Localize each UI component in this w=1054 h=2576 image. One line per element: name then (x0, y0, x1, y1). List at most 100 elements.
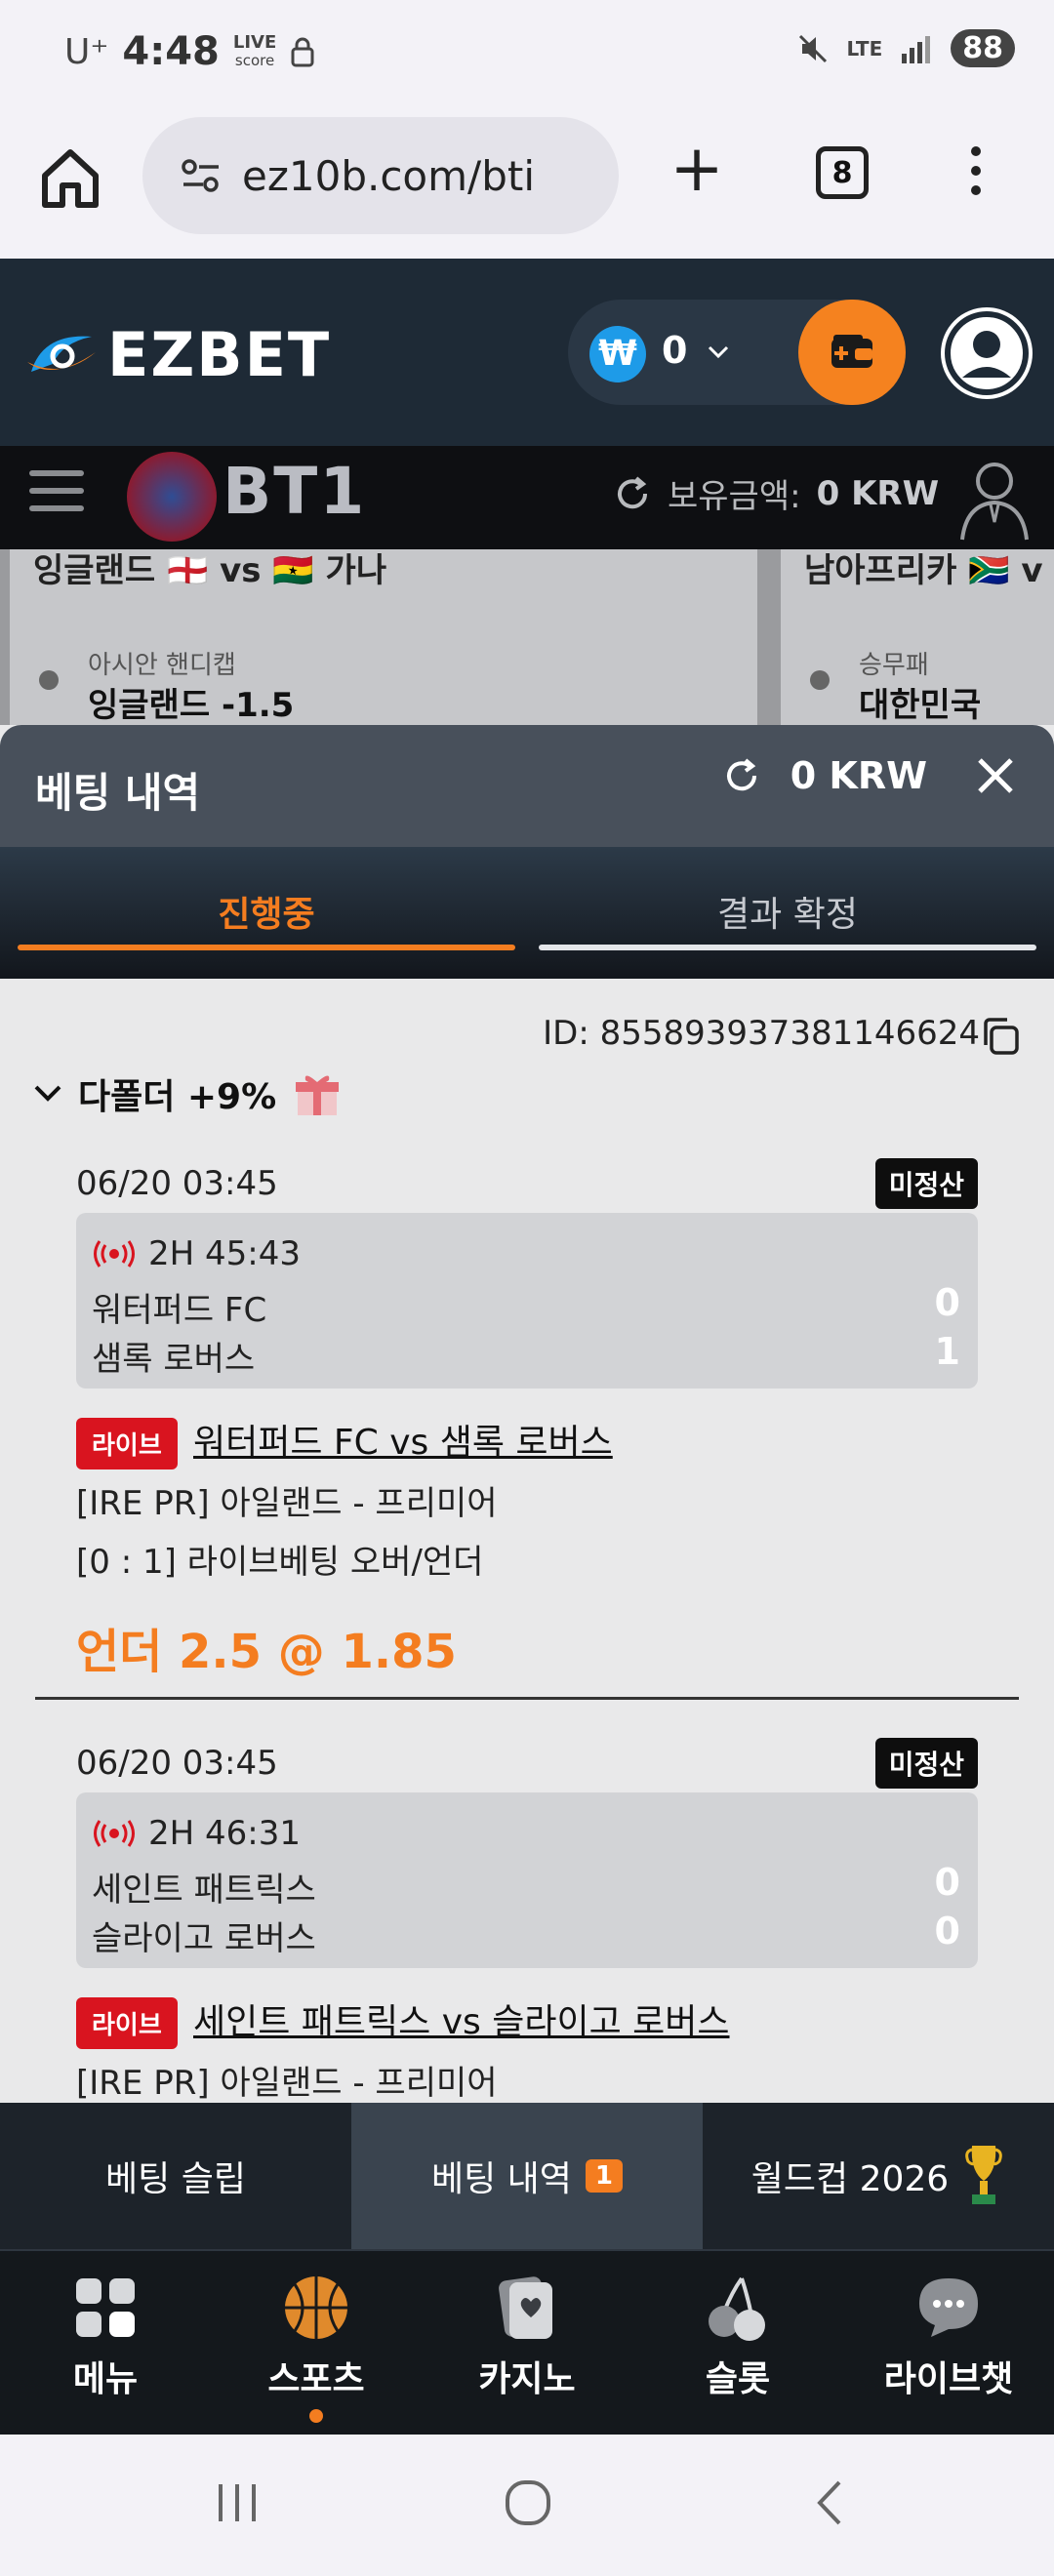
deposit-button[interactable] (798, 300, 906, 405)
user-icon (945, 311, 1029, 395)
chevron-down-icon (708, 345, 729, 359)
wallet-amount: 0 (662, 329, 688, 372)
nav-menu[interactable]: 메뉴 (0, 2251, 211, 2435)
refresh-icon[interactable] (722, 756, 761, 795)
home-team: 워터퍼드 FC (92, 1291, 267, 1330)
bet-leg: 06/20 03:45 미정산 2H 45:43 워터퍼드 FC 0 샘록 로버… (76, 1158, 978, 1691)
trophy-icon (965, 2146, 1003, 2204)
match-card[interactable]: 잉글랜드 🏴󠁧󠁢󠁥󠁮󠁧󠁿 vs 🇬🇭 가나 아시안 핸디캡 잉글랜드 -1.5 (10, 549, 757, 725)
balance-label: 보유금액: (668, 477, 801, 516)
status-badge: 미정산 (874, 1738, 978, 1789)
signal-icon (902, 35, 931, 63)
away-score: 0 (934, 1910, 960, 1952)
panel-balance: 0 KRW (790, 754, 927, 797)
refresh-icon[interactable] (613, 474, 652, 513)
site-header: EZBET ₩ 0 (0, 259, 1054, 446)
account-button[interactable] (941, 307, 1033, 399)
tab-underline (539, 945, 1036, 950)
home-score: 0 (934, 1281, 960, 1324)
battery-indicator: 88 (951, 29, 1015, 67)
away-team: 샘록 로버스 (92, 1340, 256, 1379)
match-clock: 2H 45:43 (148, 1234, 301, 1273)
balance-display[interactable]: 보유금액: 0 KRW (613, 469, 939, 517)
chevron-down-icon (34, 1085, 61, 1102)
multi-bet-toggle[interactable]: 다폴더 +9% (33, 1068, 343, 1119)
bottom-navigation: 메뉴 스포츠 카지노 슬롯 라이브챗 (0, 2249, 1054, 2435)
chat-icon (919, 2278, 978, 2337)
hamburger-menu-icon[interactable] (29, 470, 84, 523)
pick-name: 대한민국 (859, 686, 982, 725)
match-link[interactable]: 세인트 패트릭스 vs 슬라이고 로버스 (193, 1993, 730, 2044)
league-name: [IRE PR] 아일랜드 - 프리미어 (76, 1484, 498, 1523)
bt1-logo: BT1 (223, 454, 367, 529)
ezbet-logo[interactable]: EZBET (23, 319, 331, 390)
nav-label: 카지노 (478, 2359, 576, 2399)
market-name: 아시안 핸디캡 (88, 651, 236, 680)
match-link[interactable]: 워터퍼드 FC vs 샘록 로버스 (193, 1414, 613, 1465)
pick-name: 잉글랜드 -1.5 (88, 686, 295, 725)
url-text: ez10b.com/bti (242, 151, 535, 200)
cherry-icon (709, 2276, 765, 2341)
clock: 4:48 (122, 29, 220, 74)
more-options-icon[interactable] (966, 146, 986, 205)
address-bar[interactable]: ez10b.com/bti (142, 117, 619, 234)
profile-person-icon[interactable] (958, 458, 1031, 542)
selection-dot (810, 670, 830, 690)
nav-label: 스포츠 (267, 2359, 365, 2399)
status-badge: 미정산 (874, 1158, 978, 1209)
back-icon[interactable] (806, 2478, 855, 2527)
home-team: 세인트 패트릭스 (92, 1871, 316, 1910)
tab-label: 베팅 슬립 (105, 2159, 246, 2199)
tab-switcher-button[interactable]: 8 (816, 146, 869, 199)
lock-icon (291, 37, 314, 67)
home-icon[interactable] (37, 144, 103, 211)
browser-toolbar: ez10b.com/bti + 8 (0, 107, 1054, 259)
tab-world-cup[interactable]: 월드컵 2026 (703, 2103, 1054, 2249)
live-score-box: 2H 46:31 세인트 패트릭스 0 슬라이고 로버스 0 (76, 1792, 978, 1968)
live-badge: 라이브 (76, 1997, 178, 2049)
tab-settled[interactable]: 결과 확정 (539, 886, 1036, 937)
away-score: 1 (934, 1330, 960, 1373)
tab-bet-slip[interactable]: 베팅 슬립 (0, 2103, 351, 2249)
close-icon[interactable] (976, 756, 1015, 795)
bet-history-tabs: 진행중 결과 확정 (0, 847, 1054, 979)
live-broadcast-icon (94, 1240, 135, 1268)
recent-apps-icon[interactable] (213, 2478, 262, 2527)
leg-date: 06/20 03:45 (76, 1744, 278, 1783)
home-circle-icon[interactable] (504, 2478, 552, 2527)
nav-label: 메뉴 (72, 2359, 139, 2399)
match-card[interactable]: 남아프리카 🇿🇦 v 승무패 대한민국 (781, 549, 1054, 725)
site-settings-icon[interactable] (182, 158, 221, 193)
nav-casino[interactable]: 카지노 (422, 2251, 632, 2435)
betslip-tabs: 베팅 슬립 베팅 내역 1 월드컵 2026 (0, 2103, 1054, 2249)
nav-sports[interactable]: 스포츠 (211, 2251, 422, 2435)
copy-icon[interactable] (980, 1016, 1021, 1057)
carrier-label: U⁺ (64, 31, 109, 72)
cards-icon (499, 2276, 552, 2339)
active-tab-indicator (18, 945, 515, 950)
match-title: 잉글랜드 🏴󠁧󠁢󠁥󠁮󠁧󠁿 vs 🇬🇭 가나 (33, 551, 387, 590)
background-match-cards: 잉글랜드 🏴󠁧󠁢󠁥󠁮󠁧󠁿 vs 🇬🇭 가나 아시안 핸디캡 잉글랜드 -1.5 … (0, 549, 1054, 725)
status-bar: U⁺ 4:48 LIVE score LTE 88 (0, 0, 1054, 107)
nav-live-chat[interactable]: 라이브챗 (843, 2251, 1054, 2435)
won-currency-icon: ₩ (589, 326, 646, 382)
away-team: 슬라이고 로버스 (92, 1919, 316, 1958)
match-title: 남아프리카 🇿🇦 v (804, 551, 1043, 590)
selection-dot (39, 670, 59, 690)
tab-label: 월드컵 2026 (750, 2159, 950, 2199)
gift-icon (296, 1075, 340, 1115)
nav-slots[interactable]: 슬롯 (632, 2251, 843, 2435)
tab-bet-history[interactable]: 베팅 내역 1 (351, 2103, 703, 2249)
live-score-app-icon: LIVE score (233, 34, 276, 70)
tab-in-progress[interactable]: 진행중 (18, 886, 515, 937)
wallet-deposit-icon (831, 335, 872, 368)
market-name: 승무패 (859, 651, 929, 680)
tab-label: 베팅 내역 (430, 2159, 572, 2199)
new-tab-button[interactable]: + (668, 137, 726, 201)
nav-label: 라이브챗 (883, 2359, 1014, 2399)
active-nav-indicator (309, 2409, 323, 2423)
league-name: [IRE PR] 아일랜드 - 프리미어 (76, 2064, 498, 2103)
leg-date: 06/20 03:45 (76, 1164, 278, 1203)
balance-value: 0 KRW (816, 473, 940, 513)
home-score: 0 (934, 1861, 960, 1904)
